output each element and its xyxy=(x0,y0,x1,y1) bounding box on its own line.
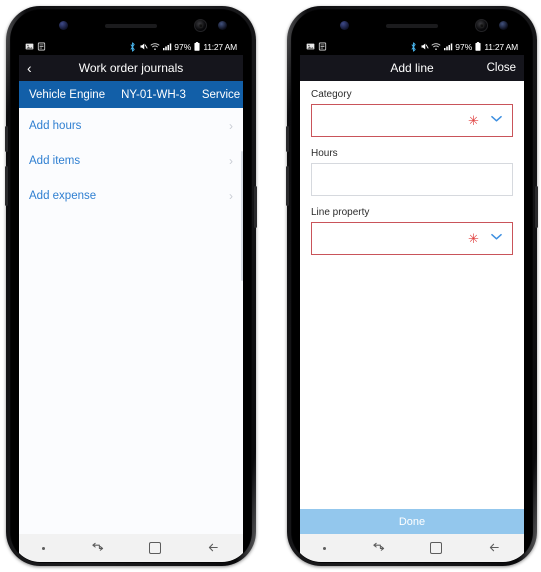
field-label: Line property xyxy=(311,207,370,218)
screen-right: 97% 11:27 AM Add line Close Category ✳ H… xyxy=(300,38,524,534)
record-type: Service xyxy=(201,88,241,101)
top-bezel xyxy=(11,10,251,38)
home-icon[interactable] xyxy=(430,542,443,554)
power-button[interactable] xyxy=(535,186,538,228)
bluetooth-icon xyxy=(410,41,417,52)
home-icon[interactable] xyxy=(149,542,162,554)
screen-content-right: Category ✳ Hours Line property ✳ Done xyxy=(300,81,524,534)
status-bar-system: 97% 11:27 AM xyxy=(129,42,237,52)
earpiece-speaker xyxy=(105,24,157,28)
chevron-down-icon[interactable] xyxy=(491,115,502,126)
image-icon xyxy=(306,42,315,51)
hours-input[interactable] xyxy=(311,163,513,196)
screen-content-left: Vehicle Engine NY-01-WH-3 Service Add ho… xyxy=(19,81,243,534)
list-item-add-expense[interactable]: Add expense › xyxy=(19,178,243,213)
scrollbar[interactable] xyxy=(241,151,243,281)
battery-percent-label: 97% xyxy=(174,41,192,52)
front-camera-icon xyxy=(475,19,488,32)
volume-button[interactable] xyxy=(286,166,289,206)
image-icon xyxy=(25,42,34,51)
chevron-right-icon: › xyxy=(229,153,233,168)
field-hours: Hours xyxy=(311,148,513,196)
list-empty-area xyxy=(19,213,243,534)
list-item-add-items[interactable]: Add items › xyxy=(19,143,243,178)
list-item-add-hours[interactable]: Add hours › xyxy=(19,108,243,143)
field-line-property: Line property ✳ xyxy=(311,207,513,255)
android-nav-bar-left xyxy=(19,534,243,562)
screen-left: 97% 11:27 AM ‹ Work order journals Vehic… xyxy=(19,38,243,534)
wifi-icon xyxy=(150,42,160,51)
close-button[interactable]: Close xyxy=(487,62,516,74)
status-bar-notifications xyxy=(25,42,46,51)
clock-label: 11:27 AM xyxy=(484,41,518,52)
app-header-left: ‹ Work order journals xyxy=(19,55,243,81)
battery-icon xyxy=(475,42,481,51)
field-category: Category ✳ xyxy=(311,89,513,137)
back-icon[interactable] xyxy=(488,541,501,556)
phone-right: 97% 11:27 AM Add line Close Category ✳ H… xyxy=(286,6,538,566)
chevron-right-icon: › xyxy=(229,188,233,203)
category-input[interactable]: ✳ xyxy=(311,104,513,137)
action-list: Add hours › Add items › Add expense › xyxy=(19,108,243,213)
page-title: Work order journals xyxy=(78,61,184,75)
recents-icon[interactable] xyxy=(91,541,104,556)
android-nav-bar-right xyxy=(300,534,524,562)
add-line-form: Category ✳ Hours Line property ✳ xyxy=(300,81,524,266)
back-icon[interactable] xyxy=(207,541,220,556)
nav-dot-icon xyxy=(322,546,326,550)
battery-icon xyxy=(194,42,200,51)
list-item-label: Add expense xyxy=(29,189,97,202)
record-name: Vehicle Engine xyxy=(29,88,106,101)
document-icon xyxy=(37,42,46,51)
chevron-right-icon: › xyxy=(229,118,233,133)
bixby-button[interactable] xyxy=(286,126,289,152)
earpiece-speaker xyxy=(386,24,438,28)
list-item-label: Add items xyxy=(29,154,81,167)
phone-left: 97% 11:27 AM ‹ Work order journals Vehic… xyxy=(5,6,257,566)
power-button[interactable] xyxy=(254,186,257,228)
done-button[interactable]: Done xyxy=(300,509,524,534)
mute-icon xyxy=(420,42,429,51)
field-label: Hours xyxy=(311,148,338,159)
record-id: NY-01-WH-3 xyxy=(121,88,186,101)
status-bar: 97% 11:27 AM xyxy=(300,38,524,55)
required-asterisk-icon: ✳ xyxy=(468,231,479,246)
wifi-icon xyxy=(431,42,441,51)
signal-icon xyxy=(162,42,172,51)
status-bar-system: 97% 11:27 AM xyxy=(410,42,518,52)
phone-glass: 97% 11:27 AM Add line Close Category ✳ H… xyxy=(292,10,532,562)
proximity-sensor-icon xyxy=(218,21,227,30)
iris-sensor-icon xyxy=(59,21,68,30)
signal-icon xyxy=(443,42,453,51)
bluetooth-icon xyxy=(129,41,136,52)
phone-glass: 97% 11:27 AM ‹ Work order journals Vehic… xyxy=(11,10,251,562)
top-bezel xyxy=(292,10,532,38)
status-bar: 97% 11:27 AM xyxy=(19,38,243,55)
proximity-sensor-icon xyxy=(499,21,508,30)
field-label: Category xyxy=(311,89,352,100)
status-bar-notifications xyxy=(306,42,327,51)
bixby-button[interactable] xyxy=(5,126,8,152)
nav-dot-icon xyxy=(41,546,45,550)
battery-percent-label: 97% xyxy=(455,41,473,52)
iris-sensor-icon xyxy=(340,21,349,30)
back-icon[interactable]: ‹ xyxy=(27,61,43,75)
list-item-label: Add hours xyxy=(29,119,82,132)
app-header-right: Add line Close xyxy=(300,55,524,81)
line-property-input[interactable]: ✳ xyxy=(311,222,513,255)
document-icon xyxy=(318,42,327,51)
volume-button[interactable] xyxy=(5,166,8,206)
recents-icon[interactable] xyxy=(372,541,385,556)
clock-label: 11:27 AM xyxy=(203,41,237,52)
required-asterisk-icon: ✳ xyxy=(468,113,479,128)
chevron-down-icon[interactable] xyxy=(491,233,502,244)
mute-icon xyxy=(139,42,148,51)
record-header-bar[interactable]: Vehicle Engine NY-01-WH-3 Service xyxy=(19,81,243,108)
front-camera-icon xyxy=(194,19,207,32)
